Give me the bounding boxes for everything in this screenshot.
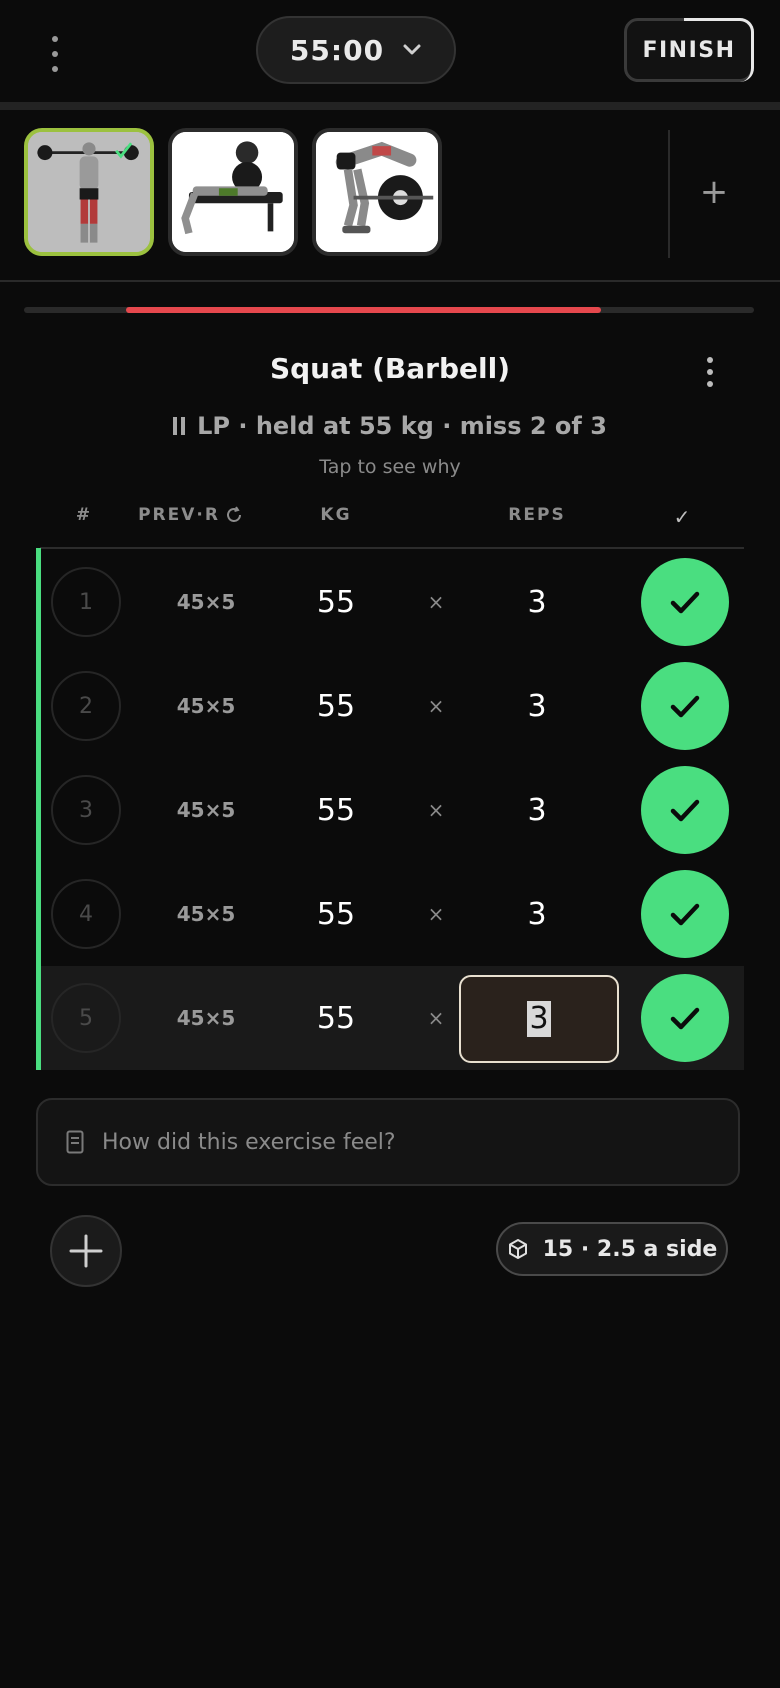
reps-value[interactable]: 3 (497, 758, 577, 862)
reps-value[interactable]: 3 (497, 862, 577, 966)
checkmark-icon (670, 1007, 700, 1030)
set-number[interactable]: 5 (51, 983, 121, 1053)
set-row: 1 45×5 55 × 3 (41, 550, 744, 654)
set-number[interactable]: 4 (51, 879, 121, 949)
workout-progress-fill (126, 307, 601, 313)
table-header-divider (40, 547, 744, 549)
finish-progress-arc (684, 18, 754, 82)
set-row: 3 45×5 55 × 3 (41, 758, 744, 862)
progression-hint[interactable]: Tap to see why (0, 456, 780, 478)
times-sign: × (427, 798, 445, 822)
complete-set-button[interactable] (641, 870, 729, 958)
reps-input[interactable]: 3 (459, 975, 619, 1063)
set-number[interactable]: 1 (51, 567, 121, 637)
set-row: 2 45×5 55 × 3 (41, 654, 744, 758)
set-row-active: 5 45×5 55 × 3 (41, 966, 744, 1070)
checkmark-icon (670, 591, 700, 614)
exercise-thumbnail-bench-press[interactable] (168, 128, 298, 256)
pause-icon (173, 417, 186, 435)
weight-value[interactable]: 55 (296, 654, 376, 758)
previous-value[interactable]: 45×5 (151, 550, 261, 654)
bench-press-figure-image (172, 132, 294, 252)
squat-figure-image (28, 132, 150, 252)
add-exercise-button[interactable]: + (696, 174, 732, 210)
chevron-down-icon (403, 44, 421, 55)
complete-set-button[interactable] (641, 974, 729, 1062)
column-header-previous[interactable]: PREV·R (136, 505, 246, 525)
previous-value[interactable]: 45×5 (151, 966, 261, 1070)
set-row: 4 45×5 55 × 3 (41, 862, 744, 966)
times-sign: × (427, 694, 445, 718)
progression-status[interactable]: LP · held at 55 kg · miss 2 of 3 (0, 412, 780, 440)
timer-value: 55:00 (289, 33, 385, 67)
set-number[interactable]: 2 (51, 671, 121, 741)
column-header-kg: KG (320, 505, 352, 525)
exercise-thumbnail-barbell-row[interactable] (312, 128, 442, 256)
reps-value[interactable]: 3 (497, 550, 577, 654)
set-number[interactable]: 3 (51, 775, 121, 845)
plus-icon (69, 1234, 103, 1268)
previous-value[interactable]: 45×5 (151, 654, 261, 758)
column-header-previous-label: PREV·R (138, 505, 220, 525)
exercise-thumbnail-squat[interactable] (24, 128, 154, 256)
workout-timer[interactable]: 55:00 (256, 16, 456, 84)
previous-value[interactable]: 45×5 (151, 758, 261, 862)
refresh-icon (226, 506, 241, 522)
exercise-notes-field[interactable]: How did this exercise feel? (36, 1098, 740, 1186)
plate-calculator-label: 15 · 2.5 a side (542, 1236, 718, 1262)
reps-value[interactable]: 3 (497, 654, 577, 758)
column-header-check: ✓ (673, 505, 693, 529)
times-sign: × (427, 902, 445, 926)
times-sign: × (427, 590, 445, 614)
checkmark-icon (670, 695, 700, 718)
complete-set-button[interactable] (641, 662, 729, 750)
checkmark-icon (670, 799, 700, 822)
column-header-set: # (75, 505, 93, 525)
finish-button[interactable]: FINISH (624, 18, 754, 82)
complete-set-button[interactable] (641, 558, 729, 646)
previous-value[interactable]: 45×5 (151, 862, 261, 966)
workout-progress-bar (24, 307, 754, 313)
cube-icon (508, 1239, 527, 1259)
weight-value[interactable]: 55 (296, 550, 376, 654)
add-set-button[interactable] (50, 1215, 122, 1287)
thumbnail-divider (0, 280, 780, 282)
notes-placeholder: How did this exercise feel? (102, 1129, 396, 1155)
barbell-row-figure-image (316, 132, 438, 252)
note-icon (66, 1130, 84, 1154)
weight-value[interactable]: 55 (296, 862, 376, 966)
plate-calculator-button[interactable]: 15 · 2.5 a side (496, 1222, 728, 1276)
progression-status-text: LP · held at 55 kg · miss 2 of 3 (197, 412, 607, 440)
exercise-menu-icon[interactable] (700, 357, 720, 387)
weight-value[interactable]: 55 (296, 758, 376, 862)
column-header-reps: REPS (508, 505, 566, 525)
checkmark-icon (670, 903, 700, 926)
exercise-title[interactable]: Squat (Barbell) (0, 352, 780, 385)
overflow-menu-icon[interactable] (40, 36, 70, 72)
times-sign: × (427, 1006, 445, 1030)
thumbnail-separator (668, 130, 670, 258)
reps-input-value: 3 (527, 1001, 551, 1037)
weight-value[interactable]: 55 (296, 966, 376, 1070)
complete-set-button[interactable] (641, 766, 729, 854)
header-divider (0, 102, 780, 110)
